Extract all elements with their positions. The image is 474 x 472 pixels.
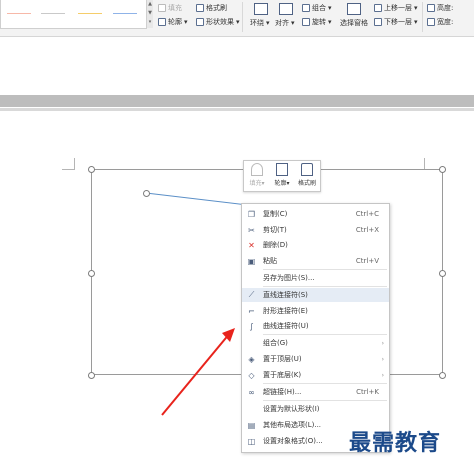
menu-item-delete[interactable]: ✕ 删除(D) [242,238,389,252]
menu-item-curved-connector[interactable]: ∫ 曲线连接符(U) [242,319,389,333]
submenu-arrow-icon: › [381,371,384,379]
mini-format-painter-button[interactable]: 格式刷 [295,163,319,187]
outline-icon [276,163,288,176]
menu-item-copy[interactable]: ❐ 复制(C) Ctrl+C [242,207,389,221]
format-painter-icon [301,163,313,176]
menu-item-paste[interactable]: ▣ 粘贴 Ctrl+V [242,254,389,268]
menu-separator [263,269,387,270]
format-object-icon: ◫ [247,436,256,446]
bring-to-front-icon: ◈ [248,354,255,364]
copy-icon: ❐ [247,209,256,219]
context-menu: ❐ 复制(C) Ctrl+C ✂ 剪切(T) Ctrl+X ✕ 删除(D) ▣ … [241,203,390,453]
mini-fill-button[interactable]: 填充▾ [245,163,269,187]
red-arrow-shaft [161,332,231,416]
menu-item-elbow-connector[interactable]: ⌐ 肘形连接符(E) [242,304,389,318]
paste-icon: ▣ [247,256,256,266]
menu-separator [263,334,387,335]
menu-item-cut[interactable]: ✂ 剪切(T) Ctrl+X [242,223,389,237]
hyperlink-icon: ∞ [248,387,255,397]
menu-item-straight-connector[interactable]: ⟋ 直线连接符(S) [242,288,389,302]
menu-item-set-default-shape[interactable]: 设置为默认形状(I) [242,402,389,416]
resize-handle[interactable] [439,372,446,379]
mini-outline-button[interactable]: 轮廓▾ [270,163,294,187]
resize-handle[interactable] [439,166,446,173]
menu-item-hyperlink[interactable]: ∞ 超链接(H)... Ctrl+K [242,385,389,399]
straight-connector-icon: ⟋ [248,290,255,299]
cut-icon: ✂ [248,225,255,235]
elbow-connector-icon: ⌐ [248,306,255,316]
submenu-arrow-icon: › [381,339,384,347]
menu-separator [263,400,387,401]
mini-toolbar: 填充▾ 轮廓▾ 格式刷 [243,160,321,192]
resize-handle[interactable] [439,270,446,277]
connector-start-handle[interactable] [143,190,150,197]
menu-separator [263,286,387,287]
menu-item-save-as-picture[interactable]: 另存为图片(S)... [242,271,389,285]
delete-icon: ✕ [248,240,255,250]
submenu-arrow-icon: › [381,355,384,363]
send-to-back-icon: ◇ [248,370,255,380]
watermark-text: 最需教育 [349,430,442,456]
curved-connector-icon: ∫ [249,321,254,331]
menu-separator [263,383,387,384]
fill-bucket-icon [251,163,263,176]
layout-options-icon: ▤ [247,420,256,430]
menu-item-send-to-back[interactable]: ◇ 置于底层(K) › [242,368,389,382]
menu-item-group[interactable]: 组合(G) › [242,336,389,350]
resize-handle[interactable] [88,270,95,277]
resize-handle[interactable] [88,166,95,173]
resize-handle[interactable] [88,372,95,379]
menu-item-bring-to-front[interactable]: ◈ 置于顶层(U) › [242,352,389,366]
canvas-overlay [145,192,265,416]
